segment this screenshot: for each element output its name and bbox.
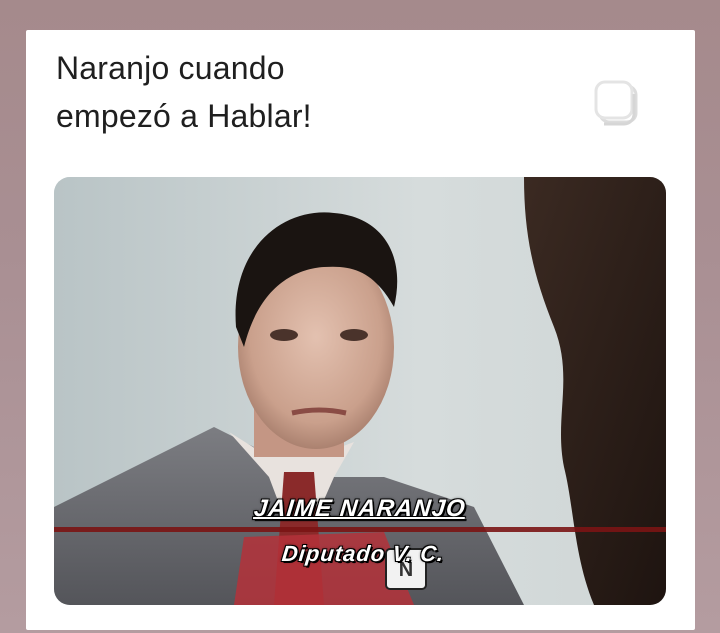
post-text-line-1: Naranjo cuando — [56, 50, 285, 86]
post-text: Naranjo cuando empezó a Hablar! — [56, 44, 516, 140]
multiple-images-icon[interactable] — [586, 74, 650, 138]
post-card: Naranjo cuando empezó a Hablar! N JAIME … — [26, 30, 695, 630]
video-still[interactable]: N JAIME NARANJO Diputado V. C. — [54, 177, 666, 605]
post-text-line-2: empezó a Hablar! — [56, 98, 312, 134]
caption-name: JAIME NARANJO — [252, 495, 468, 522]
caption-role: Diputado V. C. — [280, 541, 446, 566]
lower-third-bar — [54, 527, 666, 532]
